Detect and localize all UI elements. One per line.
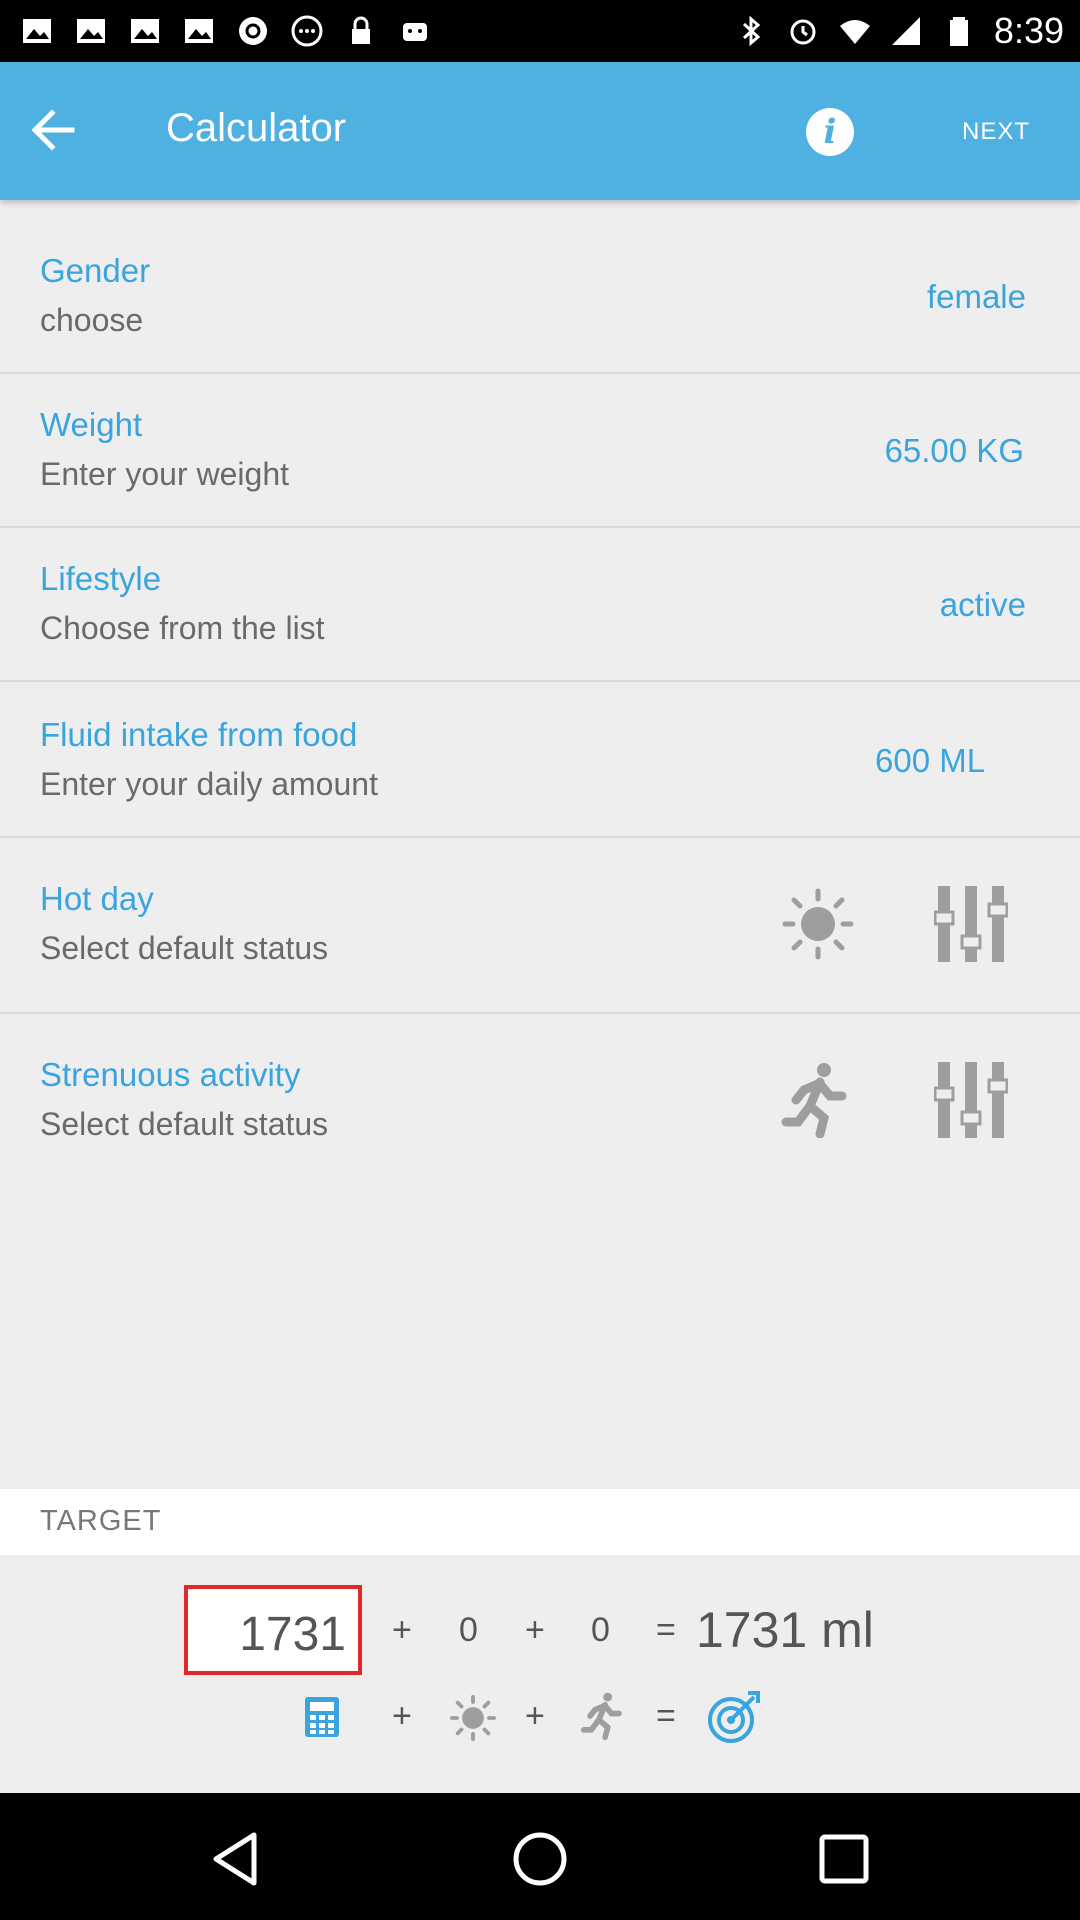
nav-recents-icon[interactable] <box>814 1829 874 1889</box>
strenuous-activity-row[interactable]: Strenuous activity Select default status <box>0 1014 1080 1188</box>
hot-day-sliders-icon[interactable] <box>934 886 1008 962</box>
plus-sign: + <box>525 1697 545 1735</box>
calculator-icon <box>302 1695 342 1739</box>
bluetooth-icon <box>742 15 761 47</box>
image-icon <box>185 19 213 43</box>
hot-day-title: Hot day <box>40 880 154 917</box>
status-time: 8:39 <box>993 10 1064 51</box>
plus-sign: + <box>392 1697 412 1735</box>
status-bar: 8:39 <box>0 0 1080 62</box>
lock-icon <box>352 16 370 44</box>
nav-back-icon[interactable] <box>208 1829 268 1889</box>
lifestyle-value: active <box>939 586 1026 623</box>
strenuous-activity-subtitle: Select default status <box>40 1106 329 1142</box>
page-title: Calculator <box>166 106 347 150</box>
hot-day-subtitle: Select default status <box>40 930 329 966</box>
fluid-intake-subtitle: Enter your daily amount <box>40 766 378 802</box>
android-icon <box>403 23 427 41</box>
weight-subtitle: Enter your weight <box>40 456 290 492</box>
gender-value: female <box>926 278 1026 315</box>
activity-sliders-icon[interactable] <box>934 1062 1008 1138</box>
wifi-icon <box>839 20 870 44</box>
hot-day-row[interactable]: Hot day Select default status <box>0 838 1080 1014</box>
fluid-intake-value: 600 ML <box>875 742 986 779</box>
target-icon <box>706 1689 762 1745</box>
fluid-intake-row[interactable]: Fluid intake from food Enter your daily … <box>0 682 1080 838</box>
weight-row[interactable]: Weight Enter your weight 65.00 KG <box>0 374 1080 528</box>
activity-add: 0 <box>591 1611 610 1649</box>
sun-icon <box>782 888 854 960</box>
equals-sign: = <box>656 1697 676 1735</box>
gender-subtitle: choose <box>40 302 144 338</box>
strenuous-activity-title: Strenuous activity <box>40 1056 301 1093</box>
gender-title: Gender <box>40 252 151 289</box>
more-circle-icon <box>291 15 323 47</box>
target-header: TARGET <box>0 1489 1080 1555</box>
nav-home-icon[interactable] <box>510 1829 570 1889</box>
back-arrow-icon[interactable] <box>22 98 86 162</box>
image-icon <box>131 19 159 43</box>
lifestyle-row[interactable]: Lifestyle Choose from the list active <box>0 528 1080 682</box>
equals-sign: = <box>656 1611 676 1649</box>
plus-sign: + <box>525 1611 545 1649</box>
runner-icon <box>780 1062 850 1138</box>
image-icon <box>23 19 51 43</box>
signal-icon <box>891 17 920 45</box>
base-amount-box[interactable]: 1731 <box>184 1585 362 1675</box>
base-amount: 1731 <box>239 1608 346 1661</box>
at-sign-icon <box>239 17 267 45</box>
plus-sign: + <box>392 1611 412 1649</box>
notification-icons <box>20 10 432 52</box>
alarm-icon <box>790 19 816 45</box>
target-result: 1731 ml <box>696 1602 874 1658</box>
weight-value: 65.00 KG <box>884 432 1024 469</box>
gender-row[interactable]: Gender choose female <box>0 222 1080 374</box>
lifestyle-subtitle: Choose from the list <box>40 610 325 646</box>
app-bar: Calculator i NEXT <box>0 62 1080 200</box>
image-icon <box>77 19 105 43</box>
hot-day-add: 0 <box>459 1611 478 1649</box>
sun-icon <box>450 1695 496 1741</box>
target-equation: 1731 + 0 + 0 = 1731 ml + + = <box>0 1555 1080 1793</box>
battery-icon <box>949 17 968 46</box>
info-icon[interactable]: i <box>806 108 854 156</box>
target-label: TARGET <box>40 1505 162 1537</box>
next-button[interactable]: NEXT <box>962 118 1030 146</box>
fluid-intake-title: Fluid intake from food <box>40 716 358 753</box>
runner-icon <box>580 1691 624 1741</box>
system-icons: 8:39 <box>734 10 1064 52</box>
weight-title: Weight <box>40 406 143 443</box>
lifestyle-title: Lifestyle <box>40 560 162 597</box>
navigation-bar <box>0 1793 1080 1920</box>
